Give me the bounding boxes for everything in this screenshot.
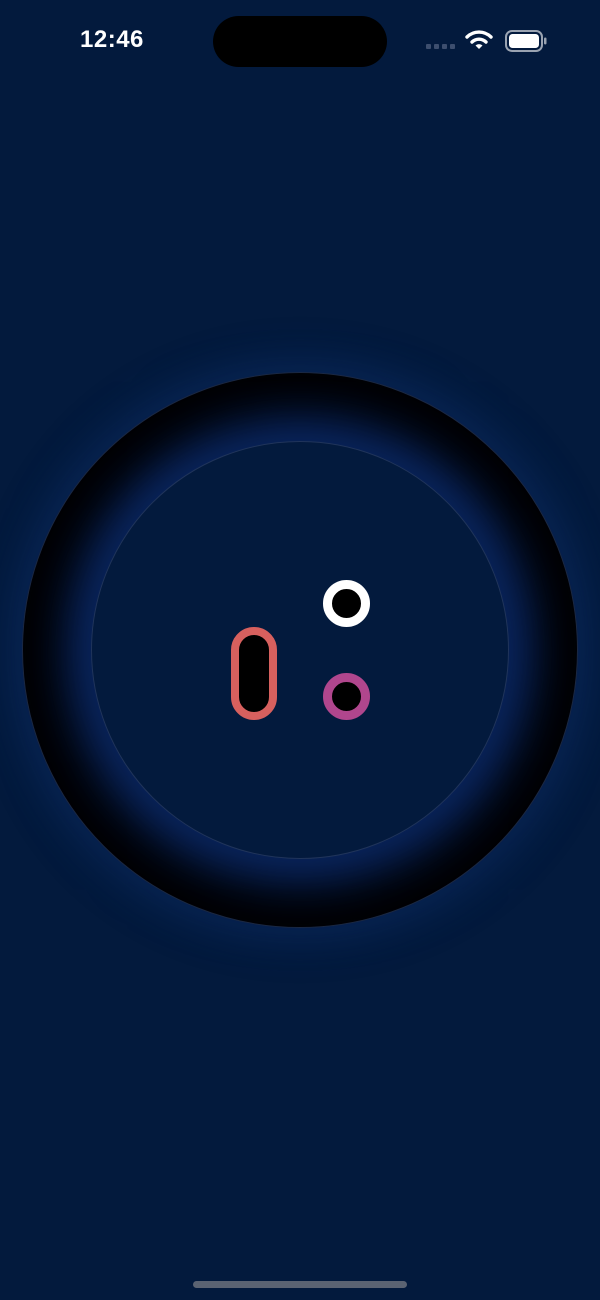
- dial-inner-face[interactable]: [91, 441, 509, 859]
- battery-full-icon: [505, 30, 547, 52]
- white-ring-dot: [323, 580, 370, 627]
- wifi-icon: [465, 30, 493, 49]
- signal-dots-icon: [426, 44, 456, 50]
- app-screen: 12:46: [0, 0, 600, 1300]
- dynamic-island: [213, 16, 387, 67]
- pink-ring-dot: [323, 673, 370, 720]
- status-time: 12:46: [80, 26, 144, 53]
- capsule-shape: [231, 627, 277, 720]
- home-indicator[interactable]: [193, 1281, 407, 1288]
